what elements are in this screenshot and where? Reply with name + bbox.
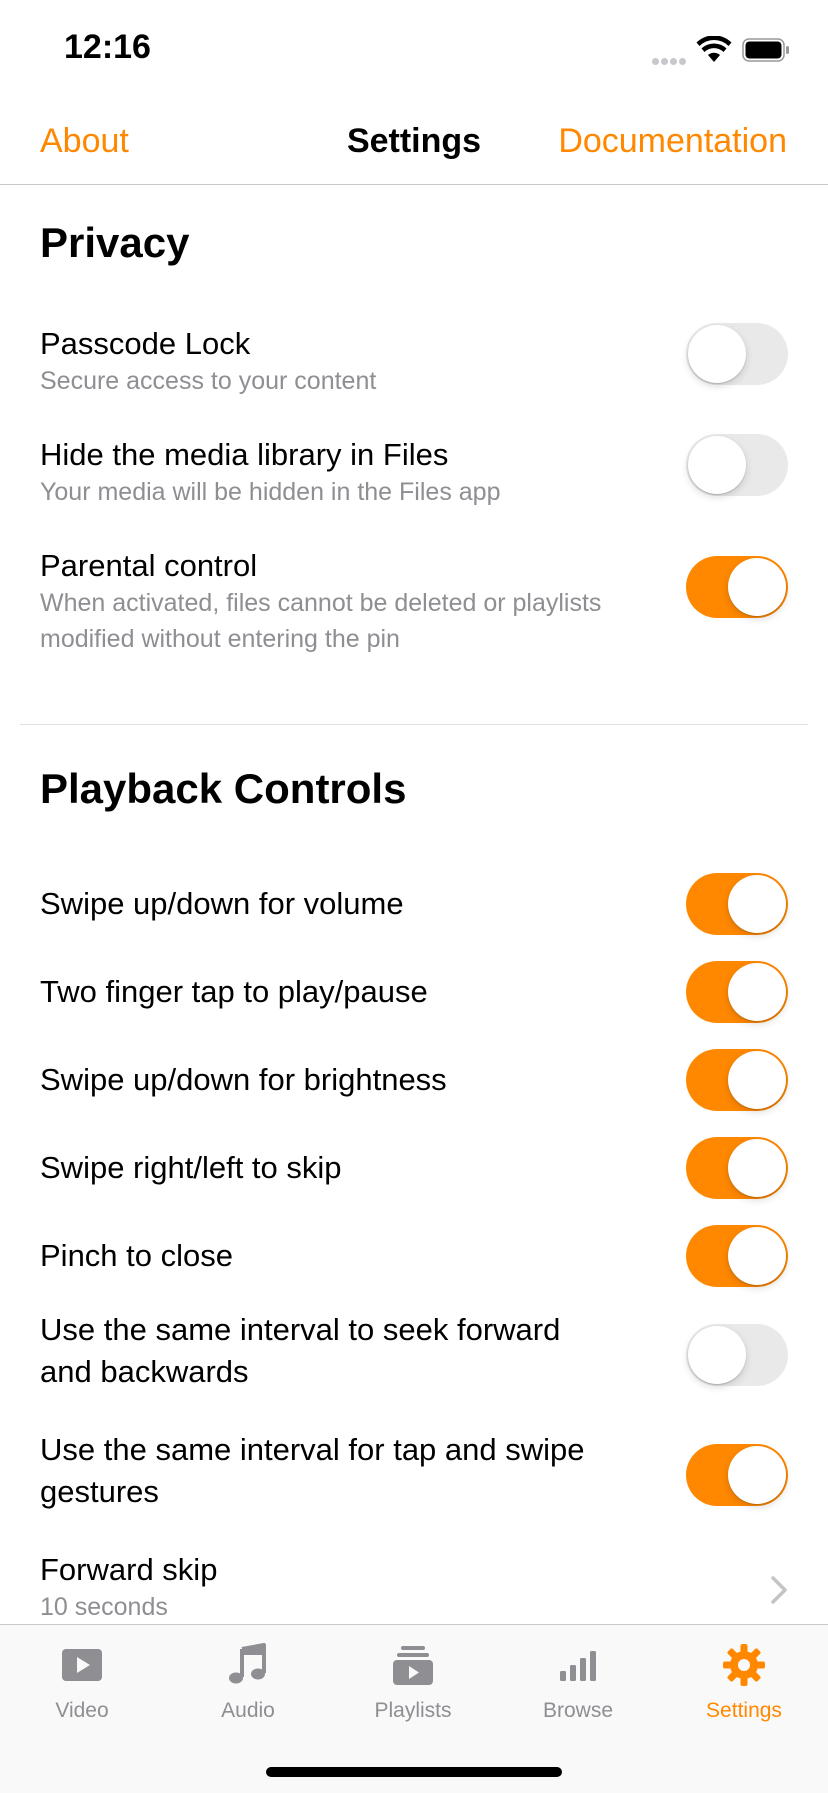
browse-icon [560, 1651, 596, 1681]
setting-row-swipe-volume[interactable]: Swipe up/down for volume [0, 873, 828, 935]
setting-title: Forward skip [40, 1552, 218, 1587]
passcode-lock-toggle[interactable] [686, 323, 788, 385]
documentation-button[interactable]: Documentation [558, 122, 787, 161]
setting-row-hide-media-library[interactable]: Hide the media library in Files Your med… [0, 434, 828, 524]
swipe-volume-toggle[interactable] [686, 873, 788, 935]
about-button[interactable]: About [40, 122, 129, 161]
setting-title: Swipe up/down for brightness [40, 1062, 447, 1097]
tab-browse[interactable]: Browse [508, 1643, 648, 1723]
setting-title: Swipe right/left to skip [40, 1150, 342, 1185]
tab-label: Settings [706, 1699, 782, 1722]
parental-control-toggle[interactable] [686, 556, 788, 618]
setting-subtitle: When activated, files cannot be deleted … [40, 589, 602, 653]
navigation-bar: Settings About Documentation [0, 100, 828, 185]
setting-title: Two finger tap to play/pause [40, 974, 428, 1009]
setting-row-forward-skip[interactable]: Forward skip 10 seconds [0, 1549, 828, 1625]
battery-icon [742, 38, 789, 62]
hide-media-library-toggle[interactable] [686, 434, 788, 496]
tab-label: Audio [221, 1699, 275, 1722]
tab-label: Playlists [374, 1699, 452, 1722]
setting-row-passcode-lock[interactable]: Passcode Lock Secure access to your cont… [0, 323, 828, 413]
status-time: 12:16 [64, 28, 151, 66]
two-finger-tap-toggle[interactable] [686, 961, 788, 1023]
tab-label: Video [55, 1699, 109, 1722]
music-note-icon [229, 1643, 266, 1684]
home-indicator [266, 1767, 562, 1777]
setting-title: Passcode Lock [40, 326, 251, 361]
same-seek-interval-toggle[interactable] [686, 1324, 788, 1386]
setting-subtitle: 10 seconds [40, 1593, 168, 1621]
setting-row-same-seek-interval[interactable]: Use the same interval to seek forward an… [0, 1309, 828, 1399]
setting-title: Swipe up/down for volume [40, 886, 404, 921]
chevron-right-icon [771, 1576, 787, 1604]
section-title-privacy: Privacy [40, 219, 190, 266]
setting-row-two-finger-tap[interactable]: Two finger tap to play/pause [0, 961, 828, 1023]
wifi-icon [696, 36, 732, 62]
setting-title: Parental control [40, 548, 258, 583]
swipe-brightness-toggle[interactable] [686, 1049, 788, 1111]
setting-row-swipe-brightness[interactable]: Swipe up/down for brightness [0, 1049, 828, 1111]
cellular-signal-icon [652, 52, 692, 65]
setting-title: Use the same interval for tap and swipe … [40, 1432, 585, 1509]
setting-title: Hide the media library in Files [40, 437, 449, 472]
setting-subtitle: Your media will be hidden in the Files a… [40, 478, 501, 506]
video-icon [62, 1649, 102, 1681]
setting-row-same-gesture-interval[interactable]: Use the same interval for tap and swipe … [0, 1429, 828, 1519]
pinch-to-close-toggle[interactable] [686, 1225, 788, 1287]
setting-title: Use the same interval to seek forward an… [40, 1312, 561, 1389]
same-gesture-interval-toggle[interactable] [686, 1444, 788, 1506]
tab-settings[interactable]: Settings [674, 1643, 814, 1723]
setting-title: Pinch to close [40, 1238, 233, 1273]
gear-icon [723, 1644, 765, 1686]
playlists-icon [393, 1646, 433, 1685]
status-bar: 12:16 [0, 0, 828, 100]
setting-row-pinch-to-close[interactable]: Pinch to close [0, 1225, 828, 1287]
tab-bar: Video Audio Playlists Browse Settings [0, 1624, 828, 1793]
tab-audio[interactable]: Audio [178, 1643, 318, 1723]
settings-list[interactable]: Privacy Passcode Lock Secure access to y… [0, 185, 828, 1625]
tab-playlists[interactable]: Playlists [343, 1643, 483, 1723]
setting-subtitle: Secure access to your content [40, 367, 377, 395]
setting-row-swipe-skip[interactable]: Swipe right/left to skip [0, 1137, 828, 1199]
section-divider [20, 724, 808, 725]
tab-label: Browse [542, 1699, 614, 1722]
tab-video[interactable]: Video [12, 1643, 152, 1723]
setting-row-parental-control[interactable]: Parental control When activated, files c… [0, 545, 828, 665]
section-title-playback-controls: Playback Controls [40, 765, 407, 812]
swipe-skip-toggle[interactable] [686, 1137, 788, 1199]
